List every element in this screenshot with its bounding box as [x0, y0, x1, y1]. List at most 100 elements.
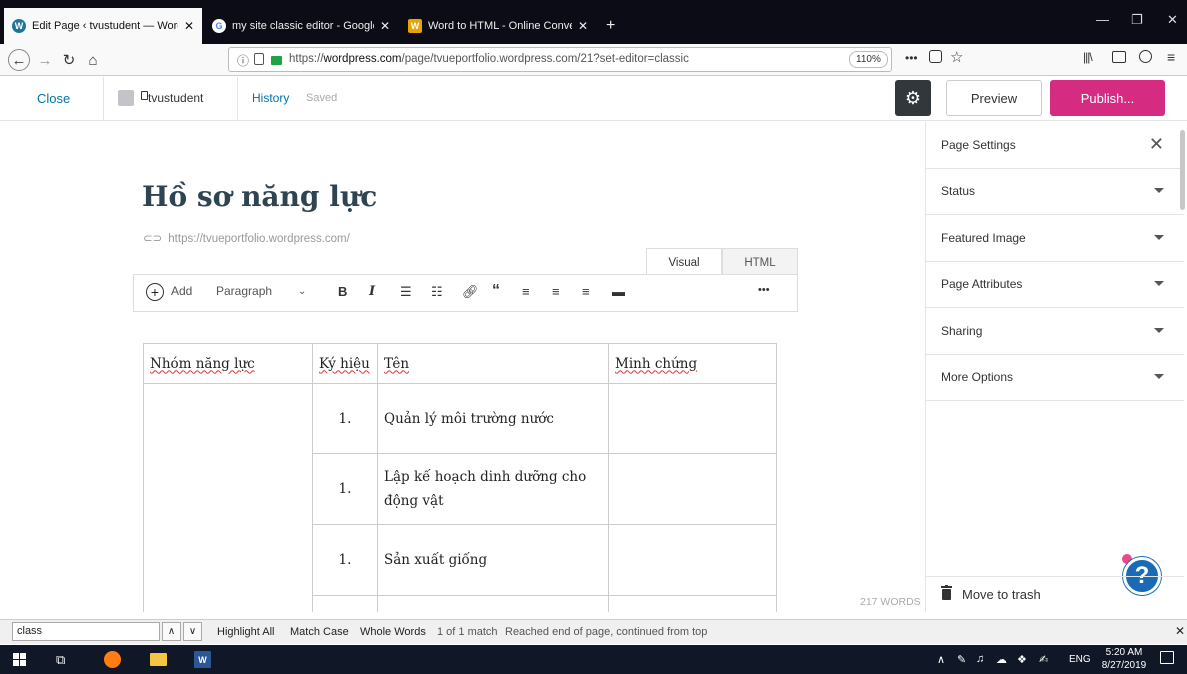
table-cell[interactable]: 1.: [312, 453, 378, 525]
dropbox-icon[interactable]: ❖: [1017, 653, 1027, 666]
tab-html[interactable]: HTML: [722, 248, 798, 276]
find-previous-button[interactable]: ∧: [162, 622, 181, 641]
settings-gear-button[interactable]: ⚙: [895, 80, 931, 116]
table-header-cell[interactable]: Nhóm năng lực: [143, 343, 313, 384]
home-icon[interactable]: ⌂: [82, 49, 104, 71]
history-link[interactable]: History: [252, 91, 289, 105]
publish-button[interactable]: Publish...: [1050, 80, 1165, 116]
preview-button[interactable]: Preview: [946, 80, 1042, 116]
reload-icon[interactable]: ↻: [58, 49, 80, 71]
close-icon[interactable]: ✕: [1149, 134, 1164, 155]
url-bar[interactable]: ⓘ https://wordpress.com/page/tvueportfol…: [228, 47, 892, 72]
tab-edit-page[interactable]: W Edit Page ‹ tvustudent — Word ✕: [4, 8, 202, 44]
clock-time[interactable]: 5:20 AM: [1103, 647, 1145, 658]
table-header-cell[interactable]: Minh chứng: [608, 343, 777, 384]
zoom-level[interactable]: 110%: [849, 51, 888, 68]
sidebar-section-page-attributes[interactable]: Page Attributes: [926, 261, 1184, 308]
word-icon[interactable]: W: [194, 651, 211, 668]
bold-button[interactable]: B: [338, 284, 347, 299]
table-cell[interactable]: Lập kế hoạch dinh dưỡng cho động vật: [377, 453, 609, 525]
move-to-trash-button[interactable]: Move to trash: [926, 576, 1184, 612]
content-table[interactable]: Nhóm năng lực Ký hiệu Tên Minh chứng 1. …: [143, 343, 777, 612]
tab-visual[interactable]: Visual: [646, 248, 722, 276]
close-window-icon[interactable]: ✕: [1167, 12, 1178, 28]
task-view-icon[interactable]: ⧉: [56, 652, 65, 668]
close-icon[interactable]: ✕: [1175, 624, 1185, 638]
whole-words-checkbox[interactable]: Whole Words: [360, 626, 426, 638]
add-button[interactable]: Add: [171, 284, 192, 298]
signature-icon[interactable]: ✍: [1039, 653, 1048, 666]
match-case-checkbox[interactable]: Match Case: [290, 626, 349, 638]
table-cell[interactable]: [377, 595, 609, 612]
table-cell[interactable]: Sản xuất giống: [377, 524, 609, 596]
new-tab-button[interactable]: +: [598, 8, 622, 44]
read-more-icon[interactable]: ▬: [612, 284, 625, 299]
table-cell[interactable]: 1.: [312, 383, 378, 454]
menu-icon[interactable]: ≡: [1167, 49, 1175, 65]
align-center-icon[interactable]: ≡: [552, 284, 560, 299]
table-cell[interactable]: [608, 383, 777, 454]
sidebar-icon[interactable]: [1112, 51, 1126, 63]
language-indicator[interactable]: ENG: [1069, 654, 1091, 665]
chevron-down-icon[interactable]: ⌄: [298, 286, 306, 297]
italic-button[interactable]: I: [369, 284, 375, 299]
forward-icon[interactable]: →: [34, 49, 56, 71]
permalink[interactable]: ⊂⊃ https://tvueportfolio.wordpress.com/: [143, 231, 350, 245]
close-icon[interactable]: ✕: [380, 19, 390, 33]
site-name: tvustudent: [148, 91, 204, 105]
sidebar-section-featured-image[interactable]: Featured Image: [926, 215, 1184, 262]
library-icon[interactable]: |||\: [1083, 50, 1093, 64]
align-right-icon[interactable]: ≡: [582, 284, 590, 299]
page-title[interactable]: Hồ sơ năng lực: [142, 180, 377, 213]
table-header-cell[interactable]: Tên: [377, 343, 609, 384]
bullet-list-icon[interactable]: ☰: [400, 284, 412, 300]
align-left-icon[interactable]: ≡: [522, 284, 530, 299]
add-icon[interactable]: +: [146, 283, 164, 301]
close-icon[interactable]: ✕: [184, 19, 194, 33]
format-select[interactable]: Paragraph: [216, 284, 272, 298]
blockquote-icon[interactable]: “: [492, 282, 500, 300]
firefox-icon[interactable]: [104, 651, 121, 668]
page-actions-icon[interactable]: •••: [905, 51, 918, 65]
clock-date[interactable]: 8/27/2019: [1101, 660, 1147, 671]
pocket-icon[interactable]: [929, 50, 942, 63]
file-explorer-icon[interactable]: [150, 653, 167, 666]
sidebar-section-more-options[interactable]: More Options: [926, 354, 1184, 401]
account-icon[interactable]: [1139, 50, 1152, 63]
volume-icon[interactable]: ♫: [976, 653, 984, 665]
back-icon[interactable]: ←: [8, 49, 30, 71]
table-cell[interactable]: [143, 383, 313, 612]
lock-icon[interactable]: [271, 56, 282, 65]
tab-google-search[interactable]: G my site classic editor - Google ✕: [204, 8, 398, 44]
table-cell[interactable]: [312, 595, 378, 612]
close-icon[interactable]: ✕: [578, 19, 588, 33]
shield-icon[interactable]: [254, 53, 264, 65]
more-options-icon[interactable]: •••: [758, 284, 770, 296]
table-cell[interactable]: Quản lý môi trường nước: [377, 383, 609, 454]
cloud-icon[interactable]: ☁: [996, 653, 1007, 666]
numbered-list-icon[interactable]: ☷: [431, 284, 443, 300]
info-icon[interactable]: ⓘ: [237, 52, 249, 69]
find-next-button[interactable]: ∨: [183, 622, 202, 641]
table-header-cell[interactable]: Ký hiệu: [312, 343, 378, 384]
find-input[interactable]: class: [12, 622, 160, 641]
minimize-icon[interactable]: —: [1096, 12, 1109, 27]
highlight-all-checkbox[interactable]: Highlight All: [217, 626, 274, 638]
chevron-up-icon[interactable]: ∧: [937, 653, 945, 666]
restore-icon[interactable]: ❐: [1131, 12, 1143, 28]
divider: [237, 77, 238, 121]
tab-word-to-html[interactable]: W Word to HTML - Online Conve ✕: [400, 8, 596, 44]
table-cell[interactable]: [608, 524, 777, 596]
table-cell[interactable]: [608, 453, 777, 525]
scrollbar[interactable]: [1180, 130, 1185, 210]
windows-start-icon[interactable]: [13, 653, 26, 666]
bookmark-star-icon[interactable]: ☆: [950, 48, 963, 66]
sidebar-section-sharing[interactable]: Sharing: [926, 308, 1184, 355]
table-cell[interactable]: [608, 595, 777, 612]
notification-icon[interactable]: [1160, 651, 1174, 664]
table-cell[interactable]: 1.: [312, 524, 378, 596]
link-icon[interactable]: 🔗︎: [462, 284, 479, 300]
close-editor-link[interactable]: Close: [37, 91, 70, 106]
sidebar-section-status[interactable]: Status: [926, 168, 1184, 215]
pen-icon[interactable]: ✎: [957, 653, 966, 666]
